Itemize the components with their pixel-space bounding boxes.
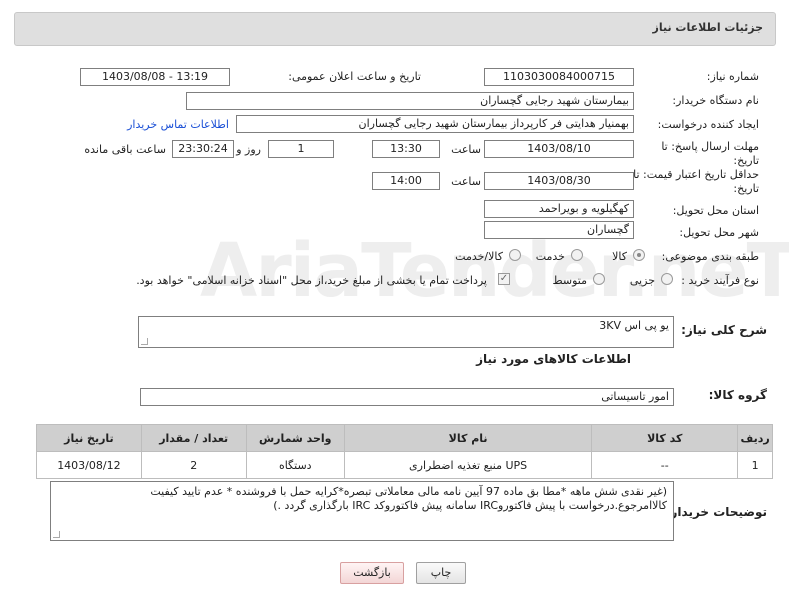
announce-date-field: 1403/08/08 - 13:19: [80, 68, 230, 86]
category-option-service: خدمت: [535, 250, 565, 263]
process-option-minor: جزیی: [629, 274, 655, 287]
days-label: روز و: [236, 143, 261, 156]
validity-time-label: ساعت: [451, 175, 481, 188]
cell-item-code: --: [591, 451, 739, 479]
need-number-label: شماره نیاز:: [706, 70, 759, 83]
description-field: یو پی اس 3KV: [138, 316, 674, 348]
buyer-notes-label: توضیحات خریدار:: [665, 505, 767, 519]
col-item-name: نام کالا: [343, 424, 593, 452]
category-option-goods: کالا: [612, 250, 627, 263]
announce-date-label: تاریخ و ساعت اعلان عمومی:: [288, 70, 421, 83]
process-radio-minor[interactable]: [661, 273, 673, 285]
process-radio-medium[interactable]: [593, 273, 605, 285]
col-row-number: ردیف: [737, 424, 773, 452]
category-option-goods-service: کالا/خدمت: [455, 250, 503, 263]
validity-time-field: 14:00: [372, 172, 440, 190]
cell-unit: دستگاه: [245, 451, 345, 479]
category-radio-service[interactable]: [571, 249, 583, 261]
col-item-code: کد کالا: [591, 424, 739, 452]
cell-quantity: 2: [140, 451, 247, 479]
resize-handle-icon[interactable]: [141, 338, 148, 345]
goods-section-title: اطلاعات کالاهای مورد نیاز: [476, 352, 631, 366]
page-title: جزئیات اطلاعات نیاز: [652, 21, 764, 34]
back-button[interactable]: بازگشت: [340, 562, 404, 584]
process-option-medium: متوسط: [552, 274, 587, 287]
payment-note: پرداخت تمام یا بخشی از مبلغ خرید،از محل …: [136, 274, 487, 287]
city-field: گچساران: [484, 221, 634, 239]
creator-label: ایجاد کننده درخواست:: [657, 118, 759, 131]
deadline-time-label: ساعت: [451, 143, 481, 156]
process-label: نوع فرآیند خرید :: [681, 274, 759, 287]
col-quantity: تعداد / مقدار: [140, 424, 247, 452]
province-field: کهگیلویه و بویراحمد: [484, 200, 634, 218]
validity-label-date: تاریخ:: [733, 182, 759, 195]
city-label: شهر محل تحویل:: [679, 226, 759, 239]
cell-need-date: 1403/08/12: [36, 451, 142, 479]
col-need-date: تاریخ نیاز: [36, 424, 142, 452]
need-number-field: 1103030084000715: [484, 68, 634, 86]
remaining-days-field: 1: [268, 140, 334, 158]
remaining-time-field: 23:30:24: [172, 140, 234, 158]
treasury-checkbox[interactable]: ✓: [498, 273, 510, 285]
deadline-time-field: 13:30: [372, 140, 440, 158]
province-label: استان محل تحویل:: [672, 204, 759, 217]
buyer-org-label: نام دستگاه خریدار:: [672, 94, 759, 107]
category-radio-goods[interactable]: [633, 249, 645, 261]
category-radio-goods-service[interactable]: [509, 249, 521, 261]
table-header-row: تاریخ نیاز تعداد / مقدار واحد شمارش نام …: [36, 424, 773, 452]
deadline-date-field: 1403/08/10: [484, 140, 634, 158]
goods-group-label: گروه کالا:: [708, 388, 767, 402]
creator-field: بهمنیار هدایتی فر کارپرداز بیمارستان شهی…: [236, 115, 634, 133]
items-table: تاریخ نیاز تعداد / مقدار واحد شمارش نام …: [36, 424, 773, 479]
category-label: طبقه بندی موضوعی:: [661, 250, 759, 263]
cell-item-name: منبع تغذیه اضطراری UPS: [343, 451, 593, 479]
validity-label: حداقل تاریخ اعتبار قیمت: تا: [633, 168, 759, 181]
validity-date-field: 1403/08/30: [484, 172, 634, 190]
buyer-contact-link[interactable]: اطلاعات تماس خریدار: [127, 118, 229, 131]
resize-handle-icon[interactable]: [53, 531, 60, 538]
buyer-notes-text: (غیر نقدی شش ماهه *مطا بق ماده 97 آیین ن…: [150, 485, 667, 512]
table-row: 1403/08/12 2 دستگاه منبع تغذیه اضطراری U…: [36, 451, 773, 479]
description-text: یو پی اس 3KV: [599, 319, 669, 332]
buyer-org-field: بیمارستان شهید رجایی گچساران: [186, 92, 634, 110]
deadline-label-date: تاریخ:: [733, 154, 759, 167]
goods-group-field: امور تاسیساتی: [140, 388, 674, 406]
buyer-notes-field: (غیر نقدی شش ماهه *مطا بق ماده 97 آیین ن…: [50, 481, 674, 541]
print-button[interactable]: چاپ: [416, 562, 466, 584]
remaining-label: ساعت باقی مانده: [84, 143, 166, 156]
description-label: شرح کلی نیاز:: [681, 323, 767, 337]
cell-row-number: 1: [737, 451, 773, 479]
deadline-label: مهلت ارسال پاسخ: تا: [661, 140, 759, 153]
col-unit: واحد شمارش: [245, 424, 345, 452]
